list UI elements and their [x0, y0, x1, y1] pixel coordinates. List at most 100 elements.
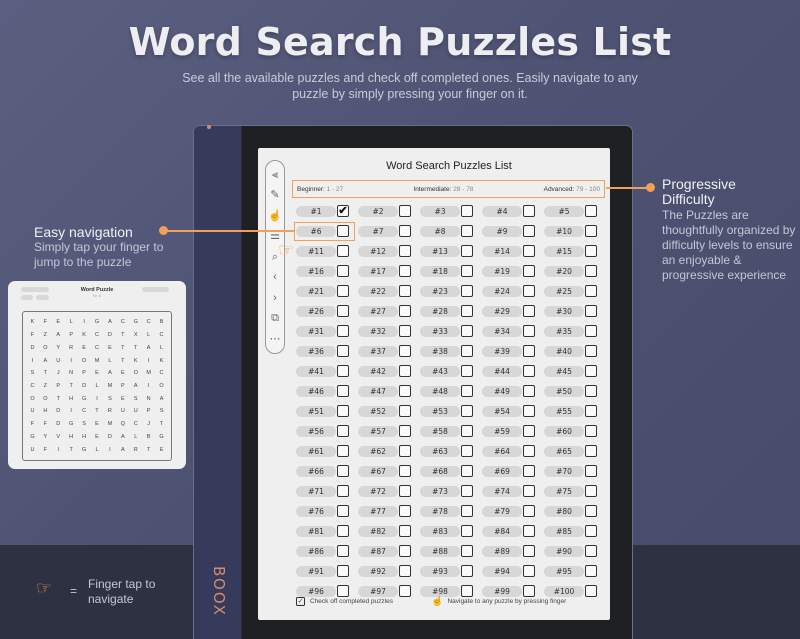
puzzle-checkbox[interactable]	[337, 385, 349, 397]
puzzle-checkbox[interactable]	[523, 245, 535, 257]
puzzle-link[interactable]: #81	[296, 525, 336, 537]
puzzle-link[interactable]: #27	[358, 305, 398, 317]
puzzle-link[interactable]: #18	[420, 265, 460, 277]
puzzle-link[interactable]: #11	[296, 245, 336, 257]
puzzle-checkbox[interactable]	[461, 545, 473, 557]
puzzle-link[interactable]: #100	[544, 585, 584, 597]
puzzle-link[interactable]: #82	[358, 525, 398, 537]
puzzle-link[interactable]: #33	[420, 325, 460, 337]
puzzle-link[interactable]: #45	[544, 365, 584, 377]
puzzle-link[interactable]: #74	[482, 485, 522, 497]
puzzle-link[interactable]: #68	[420, 465, 460, 477]
puzzle-checkbox[interactable]	[399, 305, 411, 317]
puzzle-checkbox[interactable]	[461, 225, 473, 237]
puzzle-link[interactable]: #91	[296, 565, 336, 577]
puzzle-link[interactable]: #44	[482, 365, 522, 377]
puzzle-checkbox[interactable]	[337, 245, 349, 257]
puzzle-checkbox[interactable]	[461, 505, 473, 517]
puzzle-link[interactable]: #76	[296, 505, 336, 517]
puzzle-checkbox[interactable]	[337, 545, 349, 557]
puzzle-link[interactable]: #47	[358, 385, 398, 397]
puzzle-link[interactable]: #56	[296, 425, 336, 437]
puzzle-checkbox[interactable]	[337, 465, 349, 477]
puzzle-checkbox[interactable]	[461, 345, 473, 357]
puzzle-checkbox[interactable]	[399, 445, 411, 457]
puzzle-link[interactable]: #53	[420, 405, 460, 417]
puzzle-link[interactable]: #99	[482, 585, 522, 597]
puzzle-link[interactable]: #21	[296, 285, 336, 297]
puzzle-link[interactable]: #73	[420, 485, 460, 497]
puzzle-checkbox[interactable]	[585, 325, 597, 337]
puzzle-link[interactable]: #84	[482, 525, 522, 537]
puzzle-link[interactable]: #43	[420, 365, 460, 377]
puzzle-link[interactable]: #77	[358, 505, 398, 517]
puzzle-checkbox[interactable]	[461, 565, 473, 577]
puzzle-link[interactable]: #94	[482, 565, 522, 577]
puzzle-link[interactable]: #38	[420, 345, 460, 357]
puzzle-link[interactable]: #65	[544, 445, 584, 457]
puzzle-checkbox[interactable]	[399, 345, 411, 357]
puzzle-checkbox[interactable]	[523, 205, 535, 217]
puzzle-checkbox[interactable]	[337, 365, 349, 377]
puzzle-checkbox[interactable]	[337, 565, 349, 577]
word-puzzle-preview[interactable]: Word Puzzle Nr. 6 KFELIGACGCBFZAPKCDTXLC…	[8, 281, 186, 469]
puzzle-link[interactable]: #46	[296, 385, 336, 397]
puzzle-link[interactable]: #98	[420, 585, 460, 597]
puzzle-link[interactable]: #42	[358, 365, 398, 377]
puzzle-checkbox[interactable]	[585, 365, 597, 377]
puzzle-checkbox[interactable]	[337, 485, 349, 497]
puzzle-checkbox[interactable]	[585, 205, 597, 217]
puzzle-link[interactable]: #89	[482, 545, 522, 557]
puzzle-link[interactable]: #57	[358, 425, 398, 437]
puzzle-link[interactable]: #30	[544, 305, 584, 317]
puzzle-link[interactable]: #2	[358, 205, 398, 217]
jump-page-icon[interactable]: ⧉	[267, 311, 283, 327]
puzzle-link[interactable]: #61	[296, 445, 336, 457]
puzzle-link[interactable]: #4	[482, 205, 522, 217]
puzzle-checkbox[interactable]	[461, 285, 473, 297]
puzzle-checkbox[interactable]	[461, 525, 473, 537]
puzzle-checkbox[interactable]	[399, 285, 411, 297]
puzzle-checkbox[interactable]	[585, 485, 597, 497]
puzzle-checkbox[interactable]	[461, 405, 473, 417]
puzzle-checkbox[interactable]	[399, 505, 411, 517]
puzzle-link[interactable]: #58	[420, 425, 460, 437]
puzzle-checkbox[interactable]	[461, 305, 473, 317]
puzzle-checkbox[interactable]	[585, 245, 597, 257]
puzzle-checkbox[interactable]	[399, 565, 411, 577]
puzzle-checkbox[interactable]	[523, 225, 535, 237]
puzzle-link[interactable]: #32	[358, 325, 398, 337]
puzzle-checkbox[interactable]	[399, 365, 411, 377]
puzzle-checkbox[interactable]	[585, 445, 597, 457]
puzzle-checkbox[interactable]	[337, 405, 349, 417]
puzzle-link[interactable]: #17	[358, 265, 398, 277]
puzzle-link[interactable]: #6	[296, 225, 336, 237]
puzzle-link[interactable]: #1	[296, 205, 336, 217]
puzzle-checkbox[interactable]	[585, 225, 597, 237]
puzzle-link[interactable]: #90	[544, 545, 584, 557]
puzzle-checkbox[interactable]	[585, 545, 597, 557]
puzzle-checkbox[interactable]	[461, 485, 473, 497]
puzzle-checkbox[interactable]	[523, 385, 535, 397]
puzzle-link[interactable]: #51	[296, 405, 336, 417]
puzzle-link[interactable]: #72	[358, 485, 398, 497]
puzzle-link[interactable]: #29	[482, 305, 522, 317]
puzzle-link[interactable]: #64	[482, 445, 522, 457]
puzzle-link[interactable]: #19	[482, 265, 522, 277]
puzzle-link[interactable]: #15	[544, 245, 584, 257]
puzzle-checkbox[interactable]	[523, 345, 535, 357]
puzzle-checkbox[interactable]	[399, 325, 411, 337]
puzzle-link[interactable]: #50	[544, 385, 584, 397]
puzzle-checkbox[interactable]	[523, 265, 535, 277]
puzzle-checkbox[interactable]	[337, 225, 349, 237]
puzzle-checkbox[interactable]	[337, 425, 349, 437]
puzzle-checkbox[interactable]	[461, 365, 473, 377]
puzzle-checkbox[interactable]	[461, 205, 473, 217]
puzzle-checkbox[interactable]	[523, 425, 535, 437]
puzzle-checkbox[interactable]	[399, 485, 411, 497]
puzzle-checkbox[interactable]	[399, 205, 411, 217]
puzzle-checkbox[interactable]	[523, 465, 535, 477]
puzzle-link[interactable]: #34	[482, 325, 522, 337]
puzzle-link[interactable]: #13	[420, 245, 460, 257]
puzzle-link[interactable]: #88	[420, 545, 460, 557]
